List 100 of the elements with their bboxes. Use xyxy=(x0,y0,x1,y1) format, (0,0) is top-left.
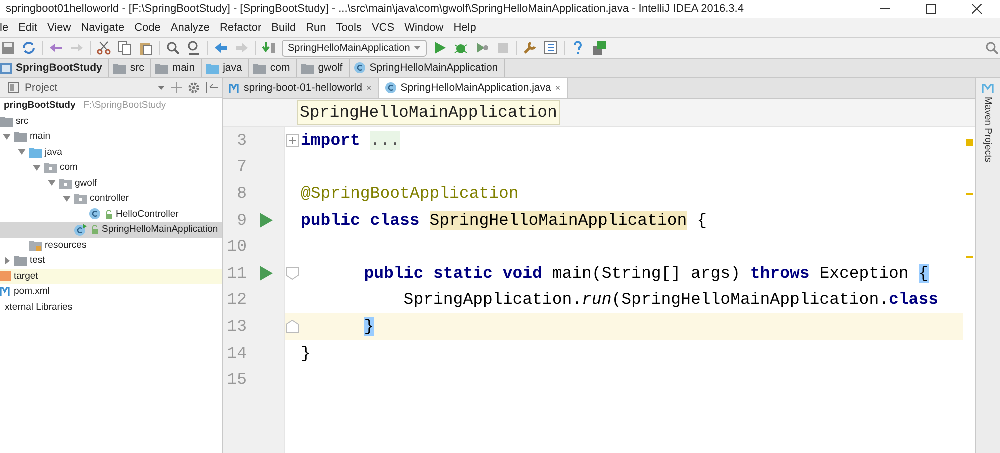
breadcrumb[interactable]: src xyxy=(109,59,152,77)
package-icon xyxy=(74,193,87,204)
package-icon xyxy=(59,178,72,189)
tree-row[interactable]: src xyxy=(0,114,222,129)
menu-item[interactable]: VCS xyxy=(366,22,400,34)
menu-item[interactable]: Navigate xyxy=(76,22,130,34)
line-number: 10 xyxy=(226,237,247,256)
tree-row[interactable]: resources xyxy=(0,238,222,253)
minimize-icon[interactable] xyxy=(880,8,890,10)
expanded-arrow-icon[interactable] xyxy=(16,148,28,156)
class-icon xyxy=(384,82,397,94)
tree-item-label: xternal Libraries xyxy=(5,302,73,313)
run-icon[interactable] xyxy=(260,212,273,228)
run-icon[interactable] xyxy=(432,40,448,56)
tree-row[interactable]: controller xyxy=(0,191,222,206)
breadcrumb[interactable]: SpringBootStudy xyxy=(0,59,110,77)
module-icon xyxy=(0,62,12,74)
expanded-arrow-icon[interactable] xyxy=(46,179,58,188)
tree-item-label: controller xyxy=(90,193,130,204)
copy-icon[interactable] xyxy=(117,40,133,56)
code-line: SpringApplication.run(SpringHelloMainApplication.class xyxy=(402,290,939,310)
breadcrumb[interactable]: gwolf xyxy=(297,59,350,77)
menu-item[interactable]: Edit xyxy=(14,22,43,34)
menu-item[interactable]: Analyze xyxy=(166,22,216,34)
tree-item-label: target xyxy=(14,270,38,282)
folder-icon xyxy=(301,62,314,74)
expanded-arrow-icon[interactable] xyxy=(1,132,13,141)
run-configuration-dropdown[interactable]: SpringHelloMainApplication xyxy=(282,40,428,56)
search-icon[interactable] xyxy=(984,40,1000,56)
menu-item[interactable]: Code xyxy=(130,22,166,34)
tree-item-label: test xyxy=(30,255,46,266)
sync-icon[interactable] xyxy=(21,40,37,56)
search-icon[interactable] xyxy=(165,40,181,56)
line-number: 13 xyxy=(226,316,247,336)
editor-tab[interactable]: SpringHelloMainApplication.java × xyxy=(378,78,568,98)
structure-icon[interactable] xyxy=(543,40,560,56)
breadcrumb[interactable]: SpringHelloMainApplication xyxy=(350,59,506,77)
tree-row[interactable]: pom.xml xyxy=(0,284,222,300)
tree-row[interactable]: com xyxy=(0,160,222,176)
tree-row[interactable]: pringBootStudy F:\SpringBootStudy xyxy=(0,98,222,114)
menu-item[interactable]: Run xyxy=(301,22,332,34)
tree-item-label: java xyxy=(45,146,62,158)
tree-row[interactable]: main xyxy=(0,129,222,144)
runnable-class-icon xyxy=(74,224,87,236)
breadcrumb[interactable]: java xyxy=(202,59,250,77)
build-icon[interactable] xyxy=(261,40,277,56)
close-tab-icon[interactable]: × xyxy=(366,83,372,93)
run-icon[interactable] xyxy=(260,266,273,281)
expand-fold-icon[interactable] xyxy=(286,134,299,147)
paste-icon[interactable] xyxy=(138,40,154,56)
maven-icon xyxy=(0,286,11,298)
hide-panel-icon[interactable] xyxy=(206,82,218,93)
menu-item[interactable]: View xyxy=(42,22,76,34)
cut-icon[interactable] xyxy=(96,40,112,56)
breadcrumb[interactable]: main xyxy=(151,59,202,77)
tree-row[interactable]: HelloController xyxy=(0,206,222,222)
breadcrumb[interactable]: com xyxy=(249,59,298,77)
folder-icon xyxy=(113,62,126,74)
settings-icon[interactable] xyxy=(188,82,200,94)
menu-item[interactable]: Window xyxy=(400,22,449,34)
expanded-arrow-icon[interactable] xyxy=(31,164,43,172)
line-number: 8 xyxy=(236,184,247,203)
menu-item[interactable]: Tools xyxy=(331,22,367,34)
package-icon xyxy=(44,162,57,174)
line-number: 3 xyxy=(236,130,247,150)
caret-icon[interactable] xyxy=(414,46,422,50)
code-line: } xyxy=(300,344,311,363)
maven-icon[interactable] xyxy=(982,84,994,93)
folder-icon xyxy=(14,131,27,142)
folder-icon xyxy=(0,271,11,282)
tree-row[interactable]: xternal Libraries xyxy=(0,300,222,315)
save-icon[interactable] xyxy=(0,40,16,56)
menu-item[interactable]: Help xyxy=(448,22,482,34)
menu-item[interactable]: le xyxy=(0,22,14,34)
wrench-icon[interactable] xyxy=(522,40,538,56)
window-title: springboot01helloworld - [F:\SpringBootStudy] - [SpringBootStudy] - ...\src\main\java\com\gwolf\SpringHelloMainApplication.java - IntelliJ IDEA 2016.3.4 xyxy=(5,3,745,15)
tree-item-label: main xyxy=(30,131,51,142)
expanded-arrow-icon[interactable] xyxy=(61,194,73,203)
tree-row[interactable]: test xyxy=(0,253,222,268)
code-line: public static void main(String[] args) throws Exception { xyxy=(363,264,929,283)
fold-start-icon[interactable] xyxy=(286,266,299,280)
menu-item[interactable]: Build xyxy=(266,22,302,34)
folder-icon xyxy=(206,62,220,74)
dropdown-icon[interactable] xyxy=(158,86,165,90)
close-tab-icon[interactable]: × xyxy=(555,83,561,93)
close-icon[interactable] xyxy=(972,4,982,14)
tree-row[interactable]: java xyxy=(0,144,222,160)
menu-item[interactable]: Refactor xyxy=(215,22,267,34)
folder-icon xyxy=(0,116,13,127)
maximize-icon[interactable] xyxy=(926,4,936,14)
line-number: 12 xyxy=(226,290,247,310)
tree-row[interactable]: gwolf xyxy=(0,176,222,191)
access-icon xyxy=(105,210,113,219)
back-icon[interactable] xyxy=(213,40,229,56)
tree-item-label: pom.xml xyxy=(14,286,50,298)
tree-row[interactable]: SpringHelloMainApplication xyxy=(0,222,222,238)
side-tool-tab[interactable]: Maven Projects xyxy=(982,97,994,162)
tree-row[interactable]: target xyxy=(0,268,222,284)
folder-icon xyxy=(253,62,266,74)
tree-item-label: HelloController xyxy=(116,208,179,220)
